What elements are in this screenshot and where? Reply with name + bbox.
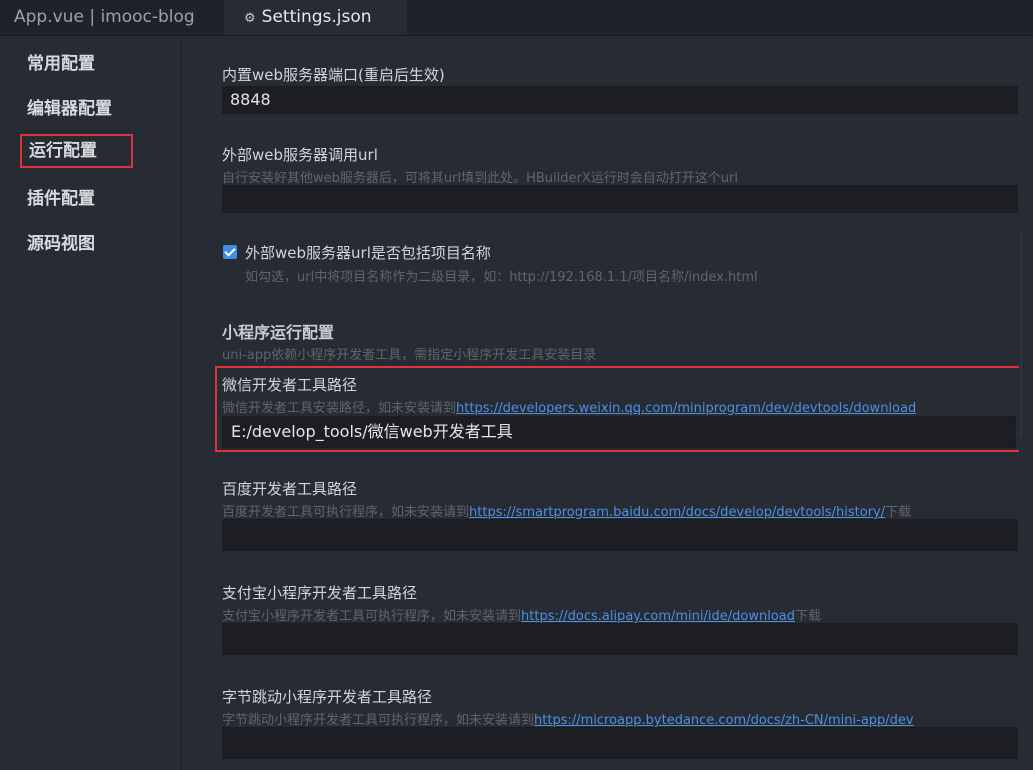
tab-bar: App.vue | imooc-blog ⚙ Settings.json <box>0 0 1033 36</box>
scrollbar-thumb[interactable] <box>1020 231 1022 436</box>
sidebar-item-editor[interactable]: 编辑器配置 <box>27 94 112 119</box>
external-url-field[interactable] <box>222 185 1018 213</box>
alipay-desc-suffix: 下载 <box>795 609 822 624</box>
weixin-desc-text: 微信开发者工具安装路径，如未安装请到 <box>222 401 457 416</box>
sidebar-item-general[interactable]: 常用配置 <box>27 49 95 74</box>
tab-label: Settings.json <box>261 7 372 27</box>
tab-settings-json[interactable]: ⚙ Settings.json <box>224 0 407 35</box>
baidu-desc-suffix: 下载 <box>885 505 912 520</box>
bytedance-desc-text: 字节跳动小程序开发者工具可执行程序，如未安装请到 <box>222 713 535 728</box>
gear-icon: ⚙ <box>244 11 256 26</box>
weixin-desc: 微信开发者工具安装路径，如未安装请到https://developers.wei… <box>222 397 916 416</box>
external-url-desc: 自行安装好其他web服务器后，可将其url填到此处。HBuilderX运行时会自… <box>222 171 738 186</box>
port-label: 内置web服务器端口(重启后生效) <box>222 66 445 84</box>
include-project-checkbox[interactable] <box>223 245 237 259</box>
baidu-desc: 百度开发者工具可执行程序，如未安装请到https://smartprogram.… <box>222 501 911 520</box>
include-project-label: 外部web服务器url是否包括项目名称 <box>245 244 491 262</box>
sidebar-item-source-view[interactable]: 源码视图 <box>27 229 95 254</box>
bytedance-path-field[interactable] <box>222 727 1018 759</box>
tab-app-vue[interactable]: App.vue | imooc-blog <box>0 0 222 35</box>
alipay-desc: 支付宝小程序开发者工具可执行程序，如未安装请到https://docs.alip… <box>222 605 821 624</box>
alipay-label: 支付宝小程序开发者工具路径 <box>222 584 418 602</box>
weixin-label: 微信开发者工具路径 <box>222 376 358 394</box>
baidu-desc-text: 百度开发者工具可执行程序，如未安装请到 <box>222 505 470 520</box>
miniprogram-section-desc: uni-app依赖小程序开发者工具，需指定小程序开发工具安装目录 <box>222 348 597 363</box>
settings-panel: 内置web服务器端口(重启后生效) 8848 外部web服务器调用url 自行安… <box>182 36 1033 770</box>
baidu-download-link[interactable]: https://smartprogram.baidu.com/docs/deve… <box>469 505 885 520</box>
alipay-download-link[interactable]: https://docs.alipay.com/mini/ide/downloa… <box>521 609 795 624</box>
sidebar-item-plugins[interactable]: 插件配置 <box>27 184 95 209</box>
alipay-path-field[interactable] <box>222 623 1018 655</box>
bytedance-label: 字节跳动小程序开发者工具路径 <box>222 688 433 706</box>
bytedance-download-link[interactable]: https://microapp.bytedance.com/docs/zh-C… <box>534 713 914 728</box>
baidu-path-field[interactable] <box>222 519 1018 551</box>
settings-sidebar: 常用配置 编辑器配置 运行配置 插件配置 源码视图 <box>0 36 182 770</box>
alipay-desc-text: 支付宝小程序开发者工具可执行程序，如未安装请到 <box>222 609 522 624</box>
sidebar-item-run[interactable]: 运行配置 <box>20 134 133 168</box>
weixin-download-link[interactable]: https://developers.weixin.qq.com/minipro… <box>456 401 916 416</box>
port-field[interactable]: 8848 <box>222 86 1018 114</box>
tab-label: App.vue | imooc-blog <box>14 7 195 27</box>
miniprogram-section-title: 小程序运行配置 <box>222 323 335 342</box>
bytedance-desc: 字节跳动小程序开发者工具可执行程序，如未安装请到https://microapp… <box>222 709 1018 728</box>
include-project-desc: 如勾选，url中将项目名称作为二级目录，如：http://192.168.1.1… <box>245 270 758 285</box>
external-url-label: 外部web服务器调用url <box>222 146 378 164</box>
baidu-label: 百度开发者工具路径 <box>222 480 358 498</box>
weixin-path-field[interactable]: E:/develop_tools/微信web开发者工具 <box>222 416 1016 448</box>
